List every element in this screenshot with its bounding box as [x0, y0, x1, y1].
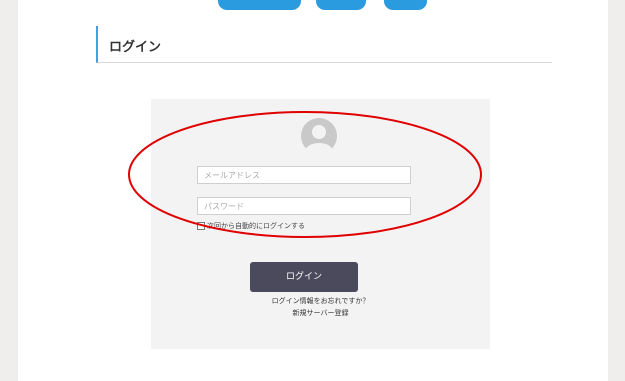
password-field[interactable]: パスワード	[197, 197, 411, 215]
page-heading: ログイン	[96, 26, 552, 63]
user-avatar-icon	[301, 118, 337, 154]
top-nav-button-1[interactable]	[218, 0, 301, 10]
remember-me[interactable]: 次回から自動的にログインする	[197, 221, 305, 231]
page-title: ログイン	[109, 40, 162, 55]
top-nav-button-3[interactable]	[384, 0, 427, 10]
login-button[interactable]: ログイン	[250, 262, 358, 292]
password-placeholder: パスワード	[204, 202, 244, 211]
remember-label: 次回から自動的にログインする	[207, 222, 305, 230]
email-field[interactable]: メールアドレス	[197, 166, 411, 184]
forgot-password-link[interactable]: ログイン情報をお忘れですか？	[151, 296, 490, 306]
remember-checkbox[interactable]	[197, 222, 205, 230]
register-server-link[interactable]: 新規サーバー登録	[151, 308, 490, 318]
login-panel: メールアドレス パスワード 次回から自動的にログインする ログイン ログイン情報…	[151, 99, 490, 349]
email-placeholder: メールアドレス	[204, 171, 260, 180]
top-nav-button-2[interactable]	[316, 0, 366, 10]
